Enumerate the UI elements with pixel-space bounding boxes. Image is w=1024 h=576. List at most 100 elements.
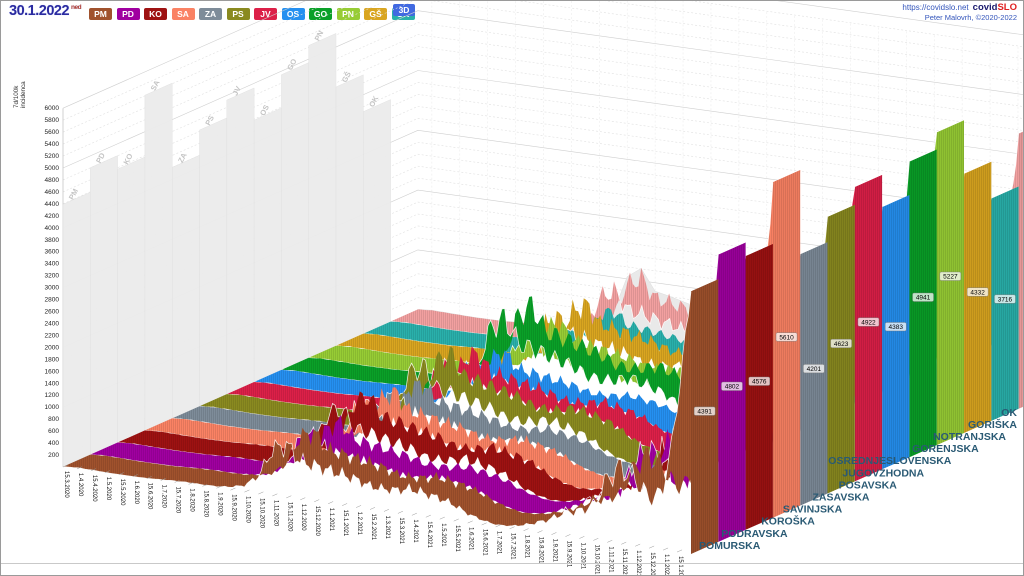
svg-text:15.1.2022: 15.1.2022 [677, 556, 683, 576]
svg-text:15.3.2020: 15.3.2020 [63, 471, 69, 498]
svg-text:GORIŠKA: GORIŠKA [968, 418, 1017, 431]
svg-text:1.8.2021: 1.8.2021 [524, 535, 530, 559]
svg-text:15.9.2020: 15.9.2020 [230, 494, 236, 521]
svg-text:JUGOVZHODNA: JUGOVZHODNA [842, 467, 924, 479]
svg-text:15.10.2020: 15.10.2020 [258, 498, 264, 529]
covid-3d-ridge-chart: PMPDKOSAZAPSJVOSGOPNGŠOK2004006008001000… [1, 1, 1024, 576]
svg-text:6000: 6000 [45, 105, 60, 112]
svg-text:15.6.2020: 15.6.2020 [147, 483, 153, 510]
svg-text:15.5.2020: 15.5.2020 [119, 479, 125, 506]
svg-text:POSAVSKA: POSAVSKA [839, 479, 898, 491]
svg-text:600: 600 [48, 428, 59, 435]
svg-text:15.1.2021: 15.1.2021 [342, 510, 348, 537]
svg-text:15.7.2021: 15.7.2021 [510, 533, 516, 560]
svg-text:3800: 3800 [45, 237, 60, 244]
svg-text:4000: 4000 [45, 225, 60, 232]
svg-text:15.12.2021: 15.12.2021 [649, 552, 655, 576]
svg-text:4400: 4400 [45, 201, 60, 208]
bottom-frame-line [1, 563, 1023, 564]
svg-text:4802: 4802 [725, 384, 740, 391]
svg-text:KOROŠKA: KOROŠKA [761, 515, 815, 528]
svg-text:SAVINJSKA: SAVINJSKA [783, 504, 843, 516]
svg-text:15.6.2021: 15.6.2021 [482, 529, 488, 556]
svg-text:1.7.2020: 1.7.2020 [161, 485, 167, 509]
svg-text:OK: OK [1001, 407, 1017, 419]
svg-text:15.4.2021: 15.4.2021 [426, 521, 432, 548]
svg-text:400: 400 [48, 440, 59, 447]
svg-text:2400: 2400 [45, 320, 60, 327]
svg-text:15.7.2020: 15.7.2020 [175, 486, 181, 513]
svg-text:5600: 5600 [45, 129, 60, 136]
svg-text:1.1.2021: 1.1.2021 [328, 508, 334, 532]
svg-text:1200: 1200 [45, 392, 60, 399]
svg-text:1.8.2020: 1.8.2020 [189, 488, 195, 512]
svg-text:15.10.2021: 15.10.2021 [593, 544, 599, 575]
svg-text:4941: 4941 [916, 295, 931, 302]
svg-text:1.9.2021: 1.9.2021 [551, 539, 557, 563]
svg-text:1.4.2021: 1.4.2021 [412, 519, 418, 543]
svg-text:5227: 5227 [943, 274, 958, 281]
svg-text:2200: 2200 [45, 332, 60, 339]
app-window: 30.1.2022ned PMPDKOSAZAPSJVOSGOPNGŠOK 3D… [0, 0, 1024, 576]
svg-text:4200: 4200 [45, 213, 60, 220]
svg-text:1.6.2020: 1.6.2020 [133, 481, 139, 505]
svg-text:4623: 4623 [834, 341, 849, 348]
svg-text:1.10.2020: 1.10.2020 [244, 496, 250, 523]
svg-text:5800: 5800 [45, 117, 60, 124]
svg-text:15.8.2020: 15.8.2020 [203, 490, 209, 517]
svg-text:1800: 1800 [45, 356, 60, 363]
svg-text:1.5.2021: 1.5.2021 [440, 523, 446, 547]
svg-text:2800: 2800 [45, 297, 60, 304]
svg-text:ZASAVSKA: ZASAVSKA [813, 492, 870, 504]
svg-text:1.7.2021: 1.7.2021 [496, 531, 502, 555]
svg-text:4576: 4576 [752, 379, 767, 386]
svg-text:1.9.2020: 1.9.2020 [217, 492, 223, 516]
svg-text:2600: 2600 [45, 309, 60, 316]
svg-text:1.4.2020: 1.4.2020 [77, 473, 83, 497]
svg-text:1.11.2020: 1.11.2020 [272, 500, 278, 527]
svg-text:4383: 4383 [889, 324, 904, 331]
svg-text:NOTRANJSKA: NOTRANJSKA [933, 431, 1006, 443]
svg-text:15.11.2020: 15.11.2020 [286, 502, 292, 532]
svg-text:PODRAVSKA: PODRAVSKA [721, 528, 788, 540]
svg-text:4391: 4391 [697, 409, 712, 416]
svg-text:4922: 4922 [861, 319, 876, 326]
svg-text:5000: 5000 [45, 165, 60, 172]
svg-text:15.12.2020: 15.12.2020 [314, 506, 320, 537]
svg-text:1.11.2021: 1.11.2021 [607, 546, 613, 573]
svg-text:15.2.2021: 15.2.2021 [370, 514, 376, 541]
svg-text:5610: 5610 [779, 334, 794, 341]
svg-text:OSREDNJESLOVENSKA: OSREDNJESLOVENSKA [828, 455, 952, 467]
svg-text:POMURSKA: POMURSKA [699, 540, 761, 552]
svg-text:15.5.2021: 15.5.2021 [454, 525, 460, 552]
svg-text:3716: 3716 [998, 296, 1013, 303]
svg-text:2000: 2000 [45, 344, 60, 351]
svg-text:4800: 4800 [45, 177, 60, 184]
svg-text:4600: 4600 [45, 189, 60, 196]
svg-text:3000: 3000 [45, 285, 60, 292]
svg-text:1.5.2020: 1.5.2020 [105, 477, 111, 501]
svg-text:200: 200 [48, 452, 59, 459]
svg-text:1400: 1400 [45, 380, 60, 387]
svg-text:15.3.2021: 15.3.2021 [398, 517, 404, 544]
svg-text:5200: 5200 [45, 153, 60, 160]
svg-text:GORENJSKA: GORENJSKA [912, 443, 979, 455]
svg-text:3200: 3200 [45, 273, 60, 280]
svg-text:1000: 1000 [45, 404, 60, 411]
svg-text:15.8.2021: 15.8.2021 [537, 537, 543, 564]
svg-text:15.4.2020: 15.4.2020 [91, 475, 97, 502]
svg-text:800: 800 [48, 416, 59, 423]
svg-text:4201: 4201 [807, 366, 822, 373]
svg-text:1.2.2021: 1.2.2021 [356, 512, 362, 536]
svg-text:1.3.2021: 1.3.2021 [384, 515, 390, 539]
svg-text:3600: 3600 [45, 249, 60, 256]
svg-text:1.12.2020: 1.12.2020 [300, 504, 306, 531]
svg-text:3400: 3400 [45, 261, 60, 268]
svg-text:1.6.2021: 1.6.2021 [468, 527, 474, 551]
svg-text:7d/100kincidenca: 7d/100kincidenca [13, 81, 27, 108]
svg-text:1600: 1600 [45, 368, 60, 375]
svg-text:4332: 4332 [970, 289, 985, 296]
svg-text:1.10.2021: 1.10.2021 [579, 543, 585, 570]
svg-text:5400: 5400 [45, 141, 60, 148]
svg-text:1.1.2022: 1.1.2022 [663, 554, 669, 576]
